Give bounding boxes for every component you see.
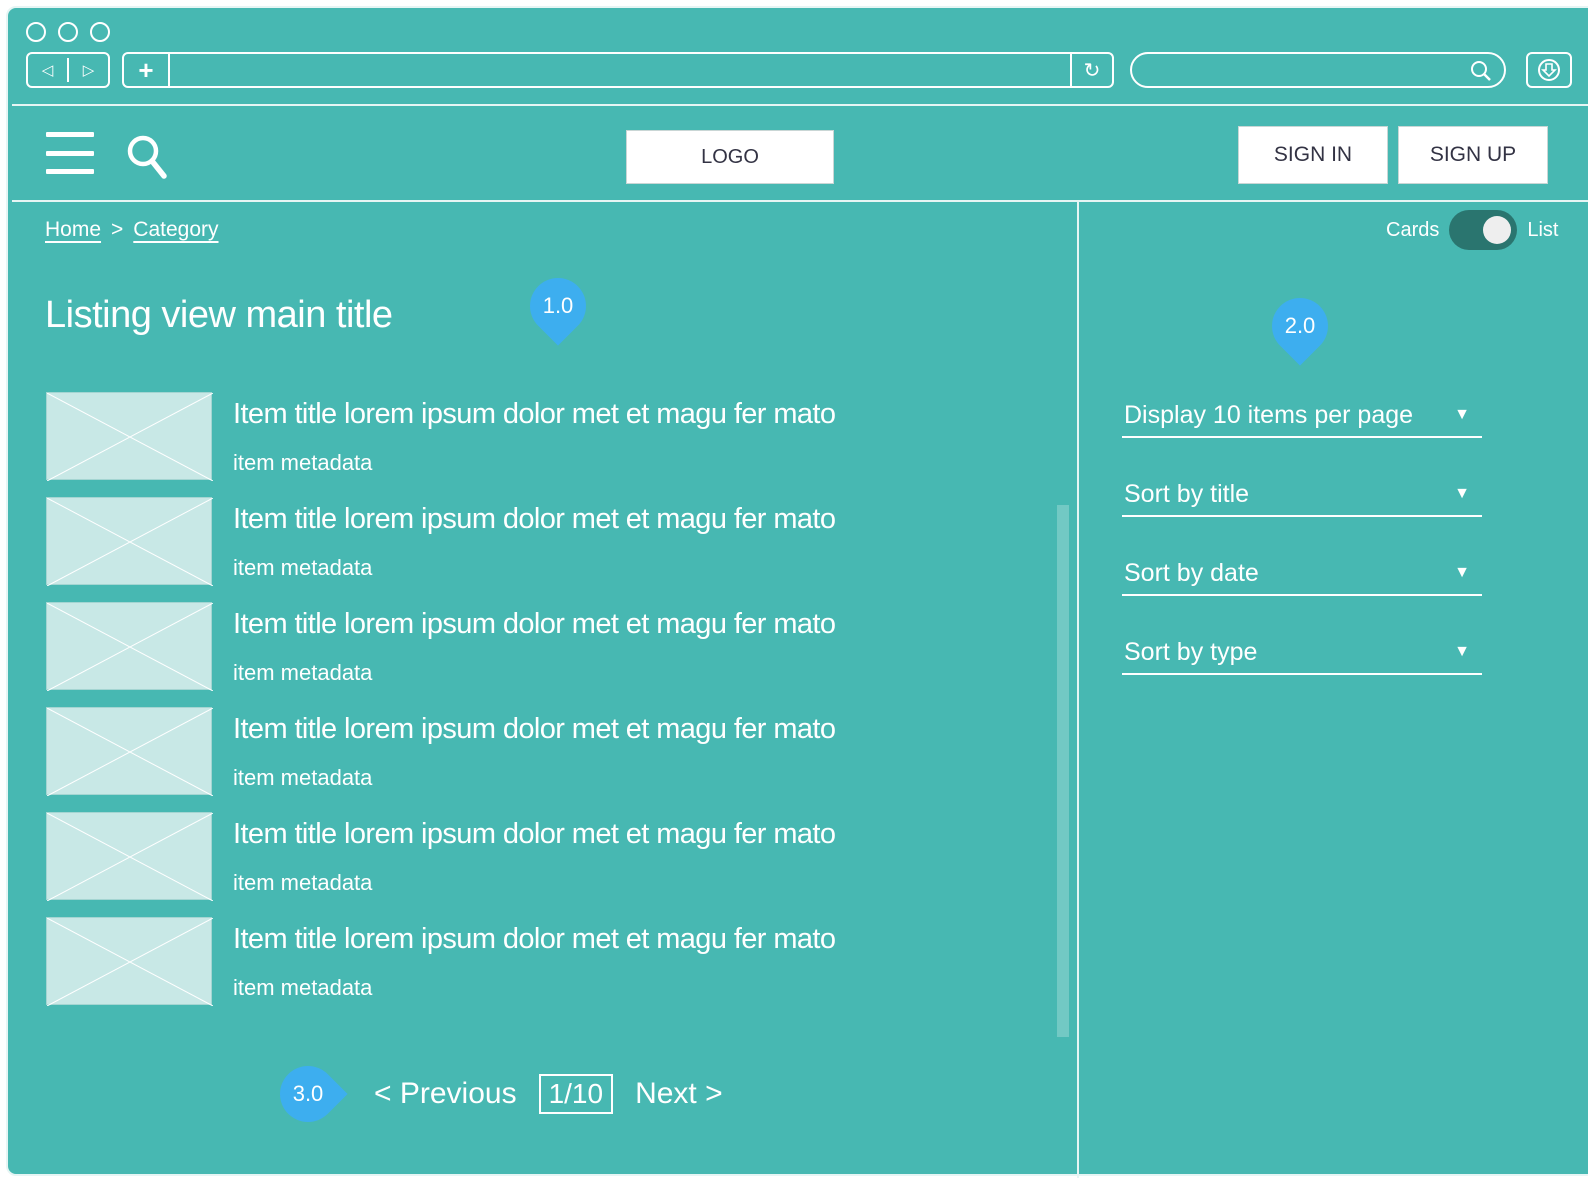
- close-window-button[interactable]: [26, 22, 46, 42]
- sort-by-type-select[interactable]: Sort by type ▼: [1122, 635, 1482, 675]
- item-title[interactable]: Item title lorem ipsum dolor met et magu…: [233, 818, 836, 851]
- dropdown-arrow-icon: ▼: [1454, 485, 1470, 502]
- site-search-icon[interactable]: [126, 134, 168, 180]
- window-controls: [26, 22, 110, 42]
- browser-window: ◁ ▷ + ↻ LOGO SIGN IN SIGN UP Home > Cate…: [6, 6, 1588, 1178]
- item-title[interactable]: Item title lorem ipsum dolor met et magu…: [233, 503, 836, 536]
- thumbnail-placeholder: [46, 497, 213, 586]
- breadcrumb: Home > Category: [45, 218, 219, 242]
- dropdown-arrow-icon: ▼: [1454, 406, 1470, 423]
- thumbnail-placeholder: [46, 917, 213, 1006]
- page-title: Listing view main title: [45, 294, 393, 336]
- breadcrumb-home-link[interactable]: Home: [45, 218, 101, 242]
- select-value: Sort by title: [1124, 479, 1250, 508]
- select-value: Sort by date: [1124, 558, 1259, 587]
- item-metadata: item metadata: [233, 555, 373, 580]
- item-metadata: item metadata: [233, 660, 373, 685]
- chrome-divider: [12, 104, 1588, 106]
- logo[interactable]: LOGO: [626, 130, 834, 184]
- forward-button[interactable]: ▷: [69, 61, 108, 79]
- toggle-cards-label: Cards: [1386, 218, 1440, 241]
- thumbnail-placeholder: [46, 707, 213, 796]
- view-toggle: Cards List: [1386, 210, 1558, 250]
- annotation-marker-1: 1.0: [518, 266, 598, 346]
- back-button[interactable]: ◁: [28, 61, 67, 79]
- marker-label: 2.0: [1284, 313, 1316, 338]
- minimize-window-button[interactable]: [58, 22, 78, 42]
- reload-button[interactable]: ↻: [1070, 54, 1112, 86]
- download-button[interactable]: [1526, 52, 1572, 88]
- annotation-marker-3: 3.0: [268, 1054, 348, 1134]
- new-tab-button[interactable]: +: [124, 54, 170, 86]
- search-icon: [1471, 61, 1491, 81]
- sort-by-date-select[interactable]: Sort by date ▼: [1122, 556, 1482, 596]
- maximize-window-button[interactable]: [90, 22, 110, 42]
- item-title[interactable]: Item title lorem ipsum dolor met et magu…: [233, 398, 836, 431]
- select-value: Display 10 items per page: [1124, 400, 1414, 429]
- item-title[interactable]: Item title lorem ipsum dolor met et magu…: [233, 923, 836, 956]
- pagination: < Previous 1/10 Next >: [374, 1074, 723, 1114]
- thumbnail-placeholder: [46, 602, 213, 691]
- dropdown-arrow-icon: ▼: [1454, 564, 1470, 581]
- hamburger-menu-icon[interactable]: [46, 132, 94, 174]
- url-input[interactable]: [170, 54, 1070, 86]
- breadcrumb-separator: >: [111, 218, 124, 241]
- marker-label: 1.0: [542, 293, 574, 318]
- item-metadata: item metadata: [233, 975, 373, 1000]
- current-page-indicator: 1/10: [538, 1074, 614, 1114]
- sort-by-title-select[interactable]: Sort by title ▼: [1122, 477, 1482, 517]
- sign-up-button[interactable]: SIGN UP: [1398, 126, 1548, 184]
- items-per-page-select[interactable]: Display 10 items per page ▼: [1122, 398, 1482, 438]
- address-bar: + ↻: [122, 52, 1114, 88]
- item-title[interactable]: Item title lorem ipsum dolor met et magu…: [233, 713, 836, 746]
- dropdown-arrow-icon: ▼: [1454, 643, 1470, 660]
- breadcrumb-category-link[interactable]: Category: [133, 218, 218, 242]
- item-title[interactable]: Item title lorem ipsum dolor met et magu…: [233, 608, 836, 641]
- next-page-link[interactable]: Next >: [635, 1077, 723, 1111]
- download-icon: [1538, 59, 1560, 81]
- toggle-list-label: List: [1527, 218, 1559, 241]
- switch-knob: [1483, 216, 1512, 244]
- sign-in-button[interactable]: SIGN IN: [1238, 126, 1388, 184]
- marker-label: 3.0: [292, 1081, 324, 1106]
- browser-search-input[interactable]: [1130, 52, 1506, 88]
- item-metadata: item metadata: [233, 870, 373, 895]
- list-scrollbar[interactable]: [1057, 505, 1069, 1037]
- previous-page-link[interactable]: < Previous: [374, 1077, 517, 1111]
- annotation-marker-2: 2.0: [1260, 286, 1340, 366]
- select-value: Sort by type: [1124, 637, 1258, 666]
- thumbnail-placeholder: [46, 392, 213, 481]
- cards-list-switch[interactable]: [1449, 210, 1518, 250]
- header-divider: [12, 200, 1588, 202]
- sidebar-divider: [1077, 202, 1079, 1178]
- history-nav: ◁ ▷: [26, 52, 110, 88]
- item-metadata: item metadata: [233, 765, 373, 790]
- thumbnail-placeholder: [46, 812, 213, 901]
- item-metadata: item metadata: [233, 450, 373, 475]
